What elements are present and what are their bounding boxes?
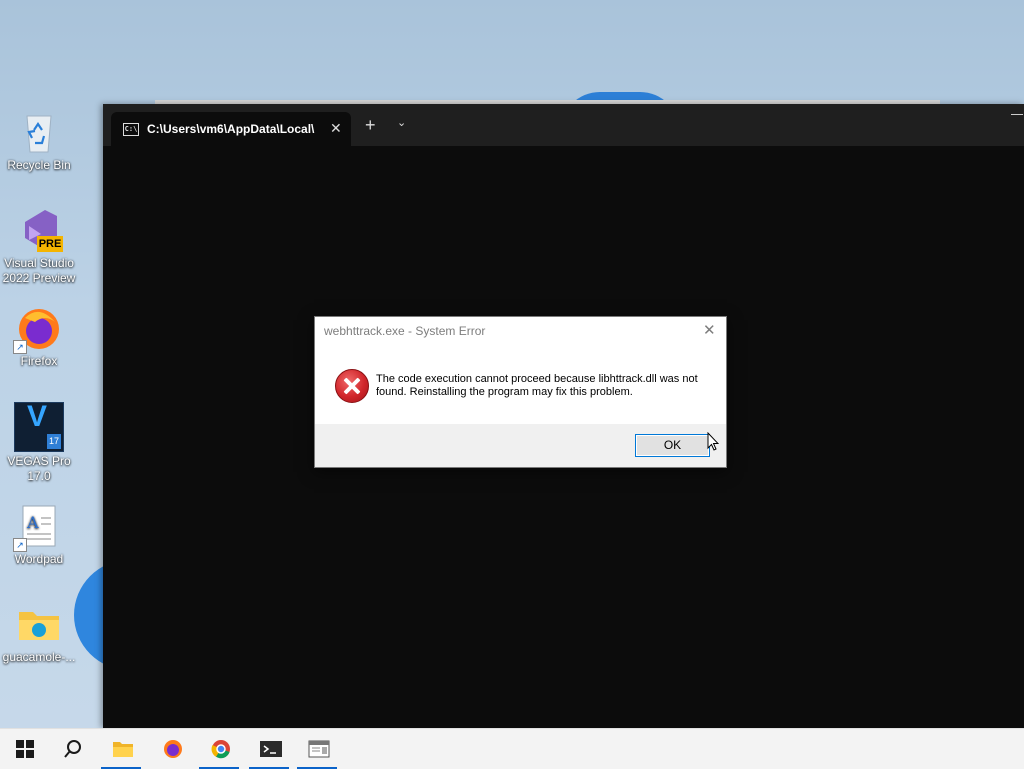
search-button[interactable]	[48, 729, 96, 769]
desktop-icon-label: VEGAS Pro 17.0	[7, 454, 71, 483]
close-icon[interactable]: ✕	[703, 321, 716, 339]
desktop-icon-vegas-pro[interactable]: V 17 VEGAS Pro 17.0	[2, 402, 76, 484]
taskbar-chrome[interactable]	[196, 729, 244, 769]
svg-text:A: A	[26, 513, 39, 532]
terminal-tab-bar: C:\ C:\Users\vm6\AppData\Local\ ✕ + ⌄	[103, 104, 1024, 146]
command-prompt-icon: C:\	[123, 123, 139, 136]
dialog-footer: OK	[315, 424, 726, 467]
vegas-letter: V	[27, 400, 48, 433]
version-badge: 17	[46, 434, 61, 449]
desktop-icon-firefox[interactable]: ↗ Firefox	[2, 304, 76, 369]
taskbar-terminal[interactable]	[246, 729, 294, 769]
desktop-icon-wordpad[interactable]: A ↗ Wordpad	[2, 502, 76, 567]
firefox-icon	[164, 740, 182, 758]
shortcut-arrow-icon: ↗	[13, 538, 27, 552]
error-icon	[335, 369, 369, 403]
preview-badge: PRE	[37, 236, 63, 252]
taskbar-file-explorer[interactable]	[98, 729, 146, 769]
tab-close-icon[interactable]: ✕	[330, 120, 342, 137]
desktop-icon-label: Firefox	[20, 354, 58, 368]
terminal-tab-title: C:\Users\vm6\AppData\Local\	[147, 122, 315, 136]
visual-studio-icon: PRE	[15, 206, 63, 254]
desktop-icon-visual-studio[interactable]: PRE Visual Studio 2022 Preview	[2, 206, 76, 286]
firefox-icon: ↗	[13, 304, 63, 354]
shortcut-arrow-icon: ↗	[13, 340, 27, 354]
search-icon	[64, 740, 81, 758]
desktop-icon-label: Visual Studio 2022 Preview	[2, 256, 76, 285]
start-button[interactable]	[0, 729, 48, 769]
taskbar-firefox[interactable]	[148, 729, 196, 769]
recycle-bin-icon	[15, 108, 63, 156]
terminal-tab[interactable]: C:\ C:\Users\vm6\AppData\Local\ ✕	[111, 112, 351, 146]
mouse-cursor-icon	[707, 432, 719, 451]
taskbar	[0, 728, 1024, 769]
minimize-button[interactable]	[1011, 114, 1023, 115]
vegas-pro-icon: V 17	[14, 402, 64, 452]
terminal-icon	[260, 741, 282, 757]
dialog-title: webhttrack.exe - System Error	[324, 324, 486, 338]
wordpad-icon: A ↗	[13, 502, 63, 552]
desktop-icon-guacamole-folder[interactable]: guacamole-...	[2, 600, 76, 665]
desktop-icon-label: Recycle Bin	[7, 158, 71, 172]
file-explorer-icon	[113, 742, 133, 757]
app-window-icon	[308, 740, 330, 758]
new-tab-button[interactable]: +	[365, 116, 376, 134]
folder-icon	[15, 600, 63, 648]
start-icon	[16, 740, 34, 758]
desktop-icon-recycle-bin[interactable]: Recycle Bin	[2, 108, 76, 173]
desktop-icon-label: Wordpad	[14, 552, 64, 566]
dialog-message: The code execution cannot proceed becaus…	[376, 373, 698, 398]
desktop-icon-label: guacamole-...	[2, 650, 76, 664]
system-error-dialog: webhttrack.exe - System Error ✕ The code…	[314, 316, 727, 468]
chrome-icon	[211, 740, 230, 759]
chevron-down-icon[interactable]: ⌄	[397, 116, 406, 129]
ok-button[interactable]: OK	[635, 434, 710, 457]
taskbar-app-window[interactable]	[294, 729, 342, 769]
